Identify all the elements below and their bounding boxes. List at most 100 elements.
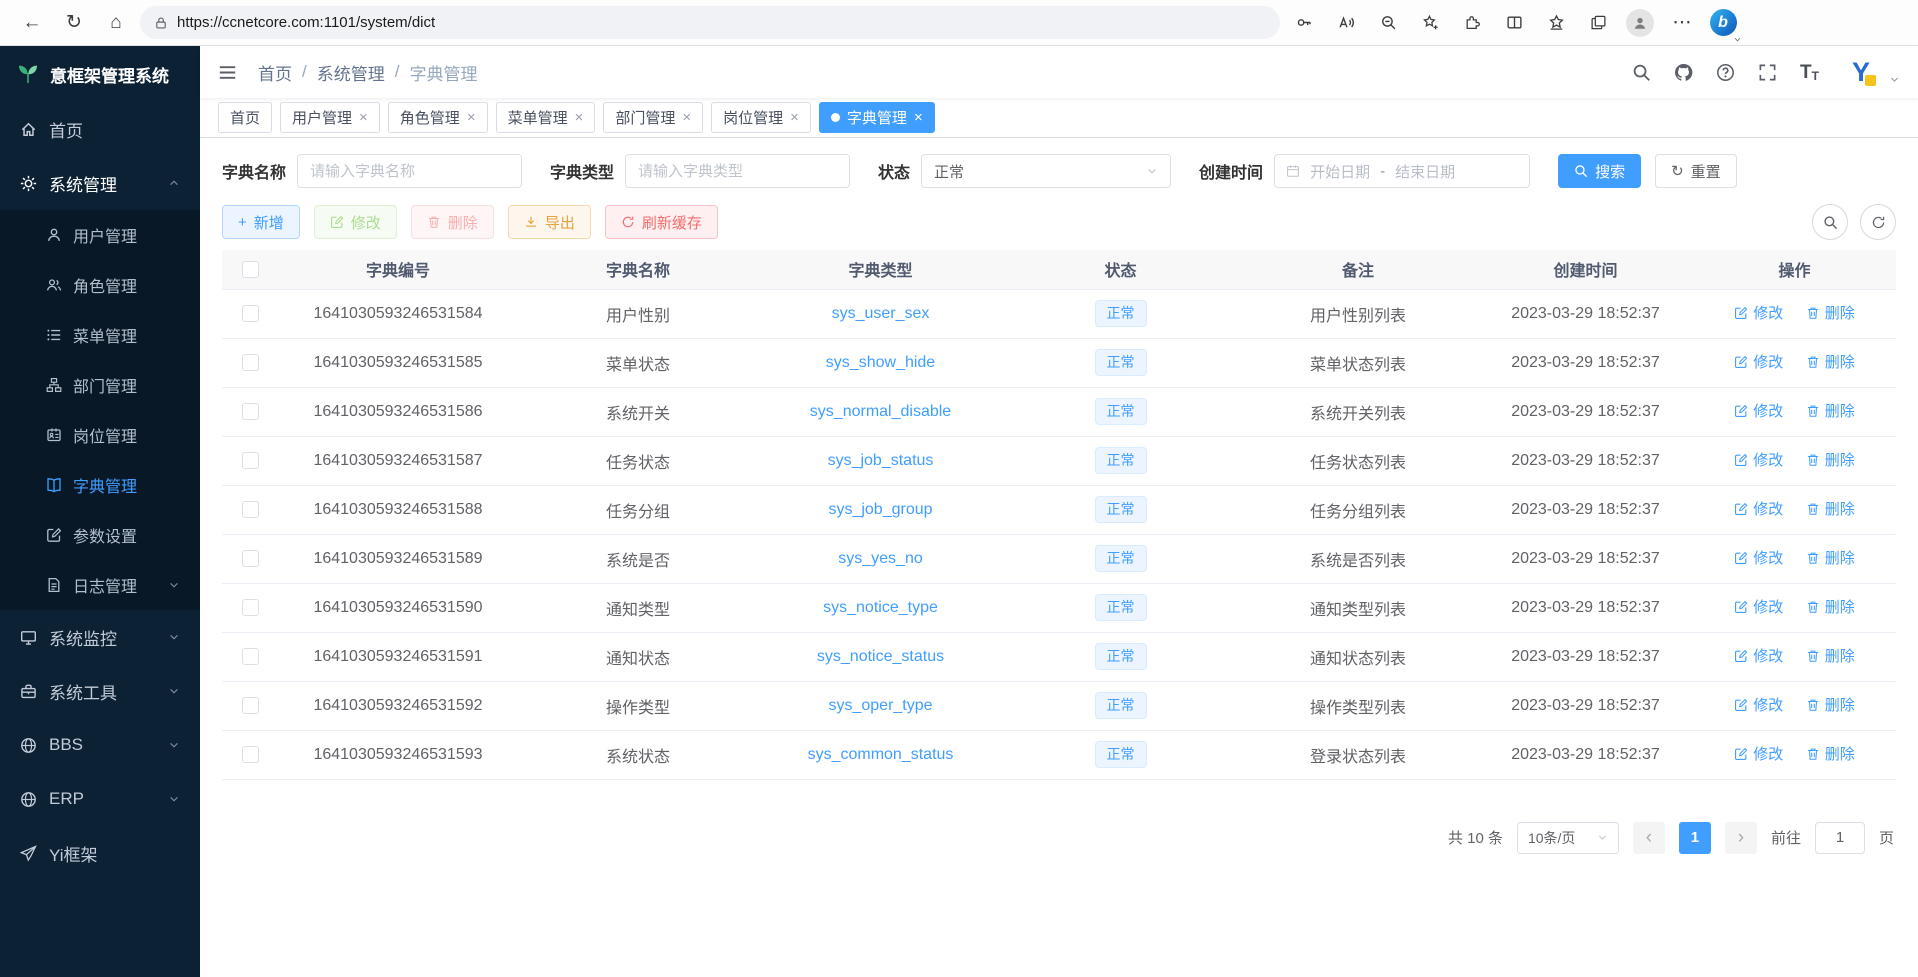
tab-dict-mgmt[interactable]: 字典管理× (819, 102, 935, 133)
fullscreen-icon[interactable] (1758, 63, 1777, 82)
sidebar-item-role-mgmt[interactable]: 角色管理 (0, 260, 200, 310)
row-checkbox[interactable] (242, 599, 259, 616)
row-edit-link[interactable]: 修改 (1734, 596, 1783, 617)
browser-profile-avatar[interactable] (1622, 6, 1658, 40)
row-checkbox[interactable] (242, 648, 259, 665)
dict-type-link[interactable]: sys_job_group (828, 501, 932, 518)
row-delete-link[interactable]: 删除 (1806, 645, 1855, 666)
row-checkbox[interactable] (242, 697, 259, 714)
row-edit-link[interactable]: 修改 (1734, 645, 1783, 666)
row-edit-link[interactable]: 修改 (1734, 547, 1783, 568)
add-favorite-icon[interactable] (1412, 6, 1448, 40)
row-checkbox[interactable] (242, 501, 259, 518)
password-key-icon[interactable] (1286, 6, 1322, 40)
page-size-select[interactable]: 10条/页 (1517, 822, 1619, 854)
tab-user-mgmt[interactable]: 用户管理× (280, 102, 380, 133)
date-start-placeholder[interactable]: 开始日期 (1310, 161, 1370, 182)
address-bar[interactable]: https://ccnetcore.com:1101/system/dict (140, 6, 1280, 39)
app-logo[interactable]: 意框架管理系统 (0, 46, 200, 102)
read-aloud-icon[interactable] (1328, 6, 1364, 40)
row-delete-link[interactable]: 删除 (1806, 694, 1855, 715)
extensions-icon[interactable] (1454, 6, 1490, 40)
breadcrumb-system[interactable]: 系统管理 (317, 60, 385, 85)
browser-back-icon[interactable]: ← (14, 6, 50, 40)
split-screen-icon[interactable] (1496, 6, 1532, 40)
prev-page-button[interactable]: ‹ (1633, 822, 1665, 854)
dict-type-input[interactable] (625, 154, 850, 188)
edit-button[interactable]: 修改 (314, 205, 397, 239)
sidebar-item-monitor[interactable]: 系统监控 (0, 610, 200, 664)
url-text[interactable]: https://ccnetcore.com:1101/system/dict (177, 14, 435, 31)
goto-page-input[interactable] (1815, 822, 1865, 854)
row-delete-link[interactable]: 删除 (1806, 547, 1855, 568)
sidebar-item-tools[interactable]: 系统工具 (0, 664, 200, 718)
sidebar-item-log-mgmt[interactable]: 日志管理 (0, 560, 200, 610)
dict-type-link[interactable]: sys_oper_type (828, 697, 932, 714)
close-icon[interactable]: × (790, 110, 799, 125)
row-checkbox[interactable] (242, 305, 259, 322)
dict-type-link[interactable]: sys_user_sex (832, 305, 930, 322)
sidebar-item-system-mgmt[interactable]: 系统管理 (0, 156, 200, 210)
sidebar-item-user-mgmt[interactable]: 用户管理 (0, 210, 200, 260)
sidebar-item-menu-mgmt[interactable]: 菜单管理 (0, 310, 200, 360)
row-delete-link[interactable]: 删除 (1806, 400, 1855, 421)
browser-refresh-icon[interactable]: ↻ (56, 6, 92, 40)
close-icon[interactable]: × (359, 110, 368, 125)
select-all-checkbox[interactable] (242, 261, 259, 278)
sidebar-item-param-settings[interactable]: 参数设置 (0, 510, 200, 560)
collections-icon[interactable] (1580, 6, 1616, 40)
sidebar-toggle-icon[interactable] (218, 60, 242, 84)
close-icon[interactable]: × (467, 110, 476, 125)
close-icon[interactable]: × (682, 110, 691, 125)
dict-type-link[interactable]: sys_common_status (808, 746, 954, 763)
row-edit-link[interactable]: 修改 (1734, 694, 1783, 715)
row-edit-link[interactable]: 修改 (1734, 351, 1783, 372)
favorites-icon[interactable] (1538, 6, 1574, 40)
date-end-placeholder[interactable]: 结束日期 (1395, 161, 1455, 182)
dict-type-link[interactable]: sys_show_hide (826, 354, 935, 371)
bing-sidebar-icon[interactable]: b (1706, 4, 1740, 42)
status-select[interactable]: 正常 (921, 154, 1171, 188)
reset-button[interactable]: ↻ 重置 (1655, 154, 1737, 188)
dict-name-input[interactable] (297, 154, 522, 188)
help-icon[interactable] (1716, 63, 1735, 82)
row-delete-link[interactable]: 删除 (1806, 596, 1855, 617)
row-delete-link[interactable]: 删除 (1806, 351, 1855, 372)
breadcrumb-home[interactable]: 首页 (258, 60, 292, 85)
browser-more-icon[interactable]: ⋯ (1664, 6, 1700, 40)
search-icon[interactable] (1632, 63, 1651, 82)
dict-type-link[interactable]: sys_normal_disable (810, 403, 951, 420)
delete-button[interactable]: 删除 (411, 205, 494, 239)
refresh-cache-button[interactable]: 刷新缓存 (605, 205, 718, 239)
zoom-out-icon[interactable] (1370, 6, 1406, 40)
export-button[interactable]: 导出 (508, 205, 591, 239)
dict-type-link[interactable]: sys_notice_type (823, 599, 938, 616)
tab-menu-mgmt[interactable]: 菜单管理× (496, 102, 596, 133)
dict-type-link[interactable]: sys_notice_status (817, 648, 944, 665)
row-edit-link[interactable]: 修改 (1734, 400, 1783, 421)
sidebar-item-dict-mgmt[interactable]: 字典管理 (0, 460, 200, 510)
date-range-picker[interactable]: 开始日期 - 结束日期 (1274, 154, 1530, 188)
row-edit-link[interactable]: 修改 (1734, 449, 1783, 470)
row-edit-link[interactable]: 修改 (1734, 498, 1783, 519)
sidebar-item-bbs[interactable]: BBS (0, 718, 200, 772)
sidebar-item-erp[interactable]: ERP (0, 772, 200, 826)
toggle-search-button[interactable] (1812, 204, 1848, 240)
next-page-button[interactable]: › (1725, 822, 1757, 854)
row-edit-link[interactable]: 修改 (1734, 302, 1783, 323)
sidebar-item-yi-framework[interactable]: Yi框架 (0, 826, 200, 880)
sidebar-item-post-mgmt[interactable]: 岗位管理 (0, 410, 200, 460)
row-checkbox[interactable] (242, 354, 259, 371)
add-button[interactable]: + 新增 (222, 205, 300, 239)
bing-logo[interactable]: b (1710, 9, 1737, 36)
dict-type-link[interactable]: sys_job_status (828, 452, 934, 469)
tab-home[interactable]: 首页 (218, 102, 272, 133)
row-delete-link[interactable]: 删除 (1806, 498, 1855, 519)
sidebar-item-home[interactable]: 首页 (0, 102, 200, 156)
close-icon[interactable]: × (575, 110, 584, 125)
row-delete-link[interactable]: 删除 (1806, 743, 1855, 764)
tab-role-mgmt[interactable]: 角色管理× (388, 102, 488, 133)
row-checkbox[interactable] (242, 403, 259, 420)
sidebar-item-dept-mgmt[interactable]: 部门管理 (0, 360, 200, 410)
chevron-down-icon[interactable] (1889, 74, 1900, 89)
